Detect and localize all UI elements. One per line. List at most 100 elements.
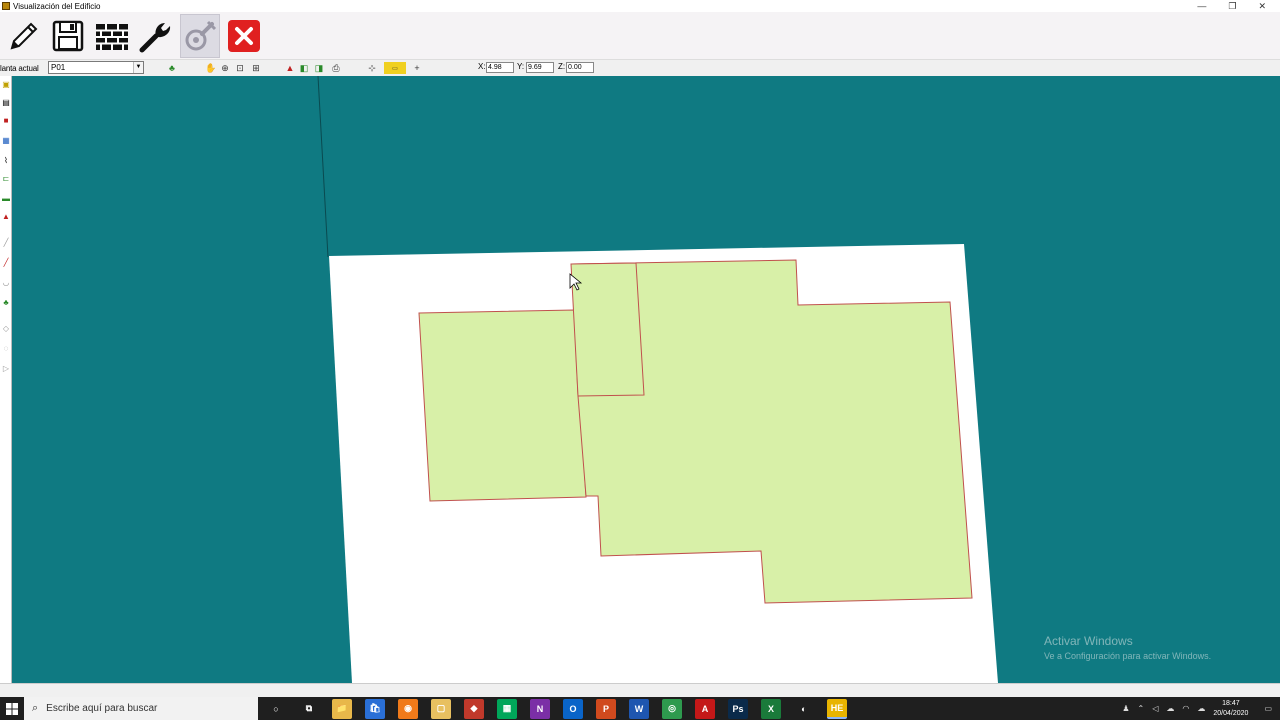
people-icon[interactable]: ♟ <box>1122 704 1129 713</box>
reference-line <box>317 76 329 258</box>
window-title: Visualización del Edificio <box>13 1 101 11</box>
taskbar-app-icon[interactable]: N <box>530 698 550 719</box>
view-toolbar: lanta actual P01 ▼ ♣ ✋ ⊕ ⊡ ⊞ ▲ ◧ ◨ ⎙ ⊹ ▭… <box>0 60 1280 76</box>
floor-icon[interactable]: ▬ <box>1 194 11 204</box>
arc-icon[interactable]: ◡ <box>1 278 11 288</box>
status-strip <box>0 683 1280 697</box>
crosshair-icon[interactable]: + <box>411 62 423 74</box>
taskbar-app-icon[interactable]: ◐ <box>794 699 814 719</box>
z-label: Z: <box>558 62 566 71</box>
x-coordinate: 4.98 <box>486 62 514 73</box>
taskbar-app-icon[interactable]: O <box>563 698 583 719</box>
start-button[interactable] <box>0 697 24 720</box>
taskbar-app-icon[interactable]: ▢ <box>431 698 451 719</box>
beam-icon[interactable]: ⊏ <box>1 174 11 184</box>
search-placeholder: Escribe aquí para buscar <box>46 703 158 714</box>
zoom-window-icon[interactable]: ⊡ <box>234 62 246 74</box>
window-icon[interactable]: ▤ <box>1 98 11 108</box>
gear-wrench-icon <box>185 20 217 50</box>
taskbar-app-icon[interactable]: ◆ <box>464 698 484 719</box>
annotate-icon[interactable]: ◌ <box>1 344 11 354</box>
chevron-down-icon[interactable]: ▼ <box>133 62 143 73</box>
x-label: X: <box>478 62 486 71</box>
wifi-icon[interactable]: ◠ <box>1182 704 1189 713</box>
grid-icon[interactable]: ▦ <box>1 136 11 146</box>
tree-icon[interactable]: ♣ <box>166 62 178 74</box>
zone-core[interactable] <box>570 262 645 397</box>
walls-button[interactable] <box>92 14 132 58</box>
taskbar-app-icon[interactable]: A <box>695 698 715 719</box>
window-close-button[interactable]: ✕ <box>1258 1 1266 12</box>
floppy-icon <box>52 20 84 51</box>
pan-icon[interactable]: ✋ <box>205 62 217 74</box>
measure-icon[interactable]: ◇ <box>1 324 11 334</box>
taskbar-app-icon[interactable]: HE <box>827 698 847 719</box>
taskbar-app-icon[interactable]: ◉ <box>398 698 418 719</box>
clock-time: 18:47 <box>1222 699 1240 707</box>
z-coordinate: 0.00 <box>566 62 594 73</box>
activation-watermark: Activar Windows Ve a Configuración para … <box>1044 634 1211 661</box>
save-button[interactable] <box>48 14 88 58</box>
settings-button[interactable] <box>180 13 220 58</box>
wrench-icon <box>139 22 171 52</box>
volume-icon[interactable]: ◁ <box>1152 704 1158 713</box>
taskbar-app-icon[interactable]: X <box>761 698 781 719</box>
taskbar-app-icon[interactable]: ◎ <box>662 698 682 719</box>
taskbar-search[interactable]: ⌕ Escribe aquí para buscar <box>24 697 258 720</box>
taskbar-app-icon[interactable]: W <box>629 698 649 719</box>
tools-button[interactable] <box>136 14 176 58</box>
search-icon: ⌕ <box>32 702 39 714</box>
drawing-canvas[interactable] <box>12 76 1280 683</box>
layers-icon[interactable]: ▲ <box>284 62 296 74</box>
taskbar-app-icon[interactable]: ▦ <box>497 698 517 719</box>
clock-date: 20/04/2020 <box>1213 709 1249 717</box>
zoom-icon[interactable]: ⊕ <box>219 62 231 74</box>
taskbar-app-icon[interactable]: Ps <box>728 698 748 719</box>
line-icon[interactable]: ╱ <box>1 238 11 248</box>
minimize-button[interactable]: — <box>1197 1 1206 12</box>
select-icon[interactable]: ▣ <box>1 80 11 90</box>
windows-logo-icon <box>6 702 18 715</box>
paste-icon[interactable]: ◨ <box>313 62 325 74</box>
ruler-icon[interactable]: ▭ <box>384 62 406 74</box>
zone-left[interactable] <box>418 309 587 502</box>
cloud-icon[interactable]: ☁ <box>1166 704 1174 713</box>
export-icon[interactable]: ▷ <box>1 364 11 374</box>
tree-icon[interactable]: ♣ <box>1 298 11 308</box>
notifications-icon[interactable]: ▭ <box>1264 704 1272 713</box>
close-button[interactable] <box>224 14 264 58</box>
taskbar-app-icon[interactable]: ⧉ <box>299 699 319 719</box>
y-label: Y: <box>517 62 525 71</box>
edit-button[interactable] <box>4 14 44 58</box>
chevron-up-icon[interactable]: ⌃ <box>1138 704 1145 713</box>
taskbar-apps: ○ ⧉ 📁 🛍 ◉ ▢ ◆ ▦ N O P W ◎ A Ps X ◐ HE <box>266 698 847 719</box>
onedrive-icon[interactable]: ☁ <box>1197 704 1205 713</box>
clock[interactable]: 18:47 20/04/2020 <box>1213 699 1248 719</box>
taskbar-app-icon[interactable]: ○ <box>266 699 286 719</box>
grid-icon[interactable]: ⊹ <box>366 62 378 74</box>
watermark-title: Activar Windows <box>1044 634 1133 648</box>
copy-icon[interactable]: ◧ <box>298 62 310 74</box>
zoom-extents-icon[interactable]: ⊞ <box>250 62 262 74</box>
window-controls: — ❐ ✕ <box>1197 1 1280 12</box>
close-icon <box>228 19 260 52</box>
planta-value: P01 <box>51 63 66 72</box>
side-toolbar: ▣ ▤ ■ ▦ ⌇ ⊏ ▬ ▲ ╱ ╱ ◡ ♣ ◇ ◌ ▷ <box>0 76 12 683</box>
taskbar-app-icon[interactable]: 📁 <box>332 698 352 719</box>
taskbar-app-icon[interactable]: 🛍 <box>365 698 385 719</box>
polyline-icon[interactable]: ╱ <box>1 258 11 268</box>
stairs-icon[interactable]: ⌇ <box>1 156 11 166</box>
restore-button[interactable]: ❐ <box>1228 1 1236 12</box>
wall-icon[interactable]: ■ <box>1 116 11 126</box>
pencil-icon <box>10 22 38 49</box>
system-tray: ♟ ⌃ ◁ ☁ ◠ ☁ 18:47 20/04/2020 ▭ <box>1122 699 1280 719</box>
brick-wall-icon <box>96 23 128 50</box>
taskbar-app-icon[interactable]: P <box>596 698 616 719</box>
roof-icon[interactable]: ▲ <box>1 212 11 222</box>
planta-label: lanta actual <box>0 63 39 73</box>
app-icon <box>2 2 10 10</box>
watermark-subtitle: Ve a Configuración para activar Windows. <box>1044 651 1212 661</box>
y-coordinate: 9.69 <box>526 62 554 73</box>
planta-select[interactable]: P01 ▼ <box>48 61 144 74</box>
print-icon[interactable]: ⎙ <box>330 62 342 74</box>
